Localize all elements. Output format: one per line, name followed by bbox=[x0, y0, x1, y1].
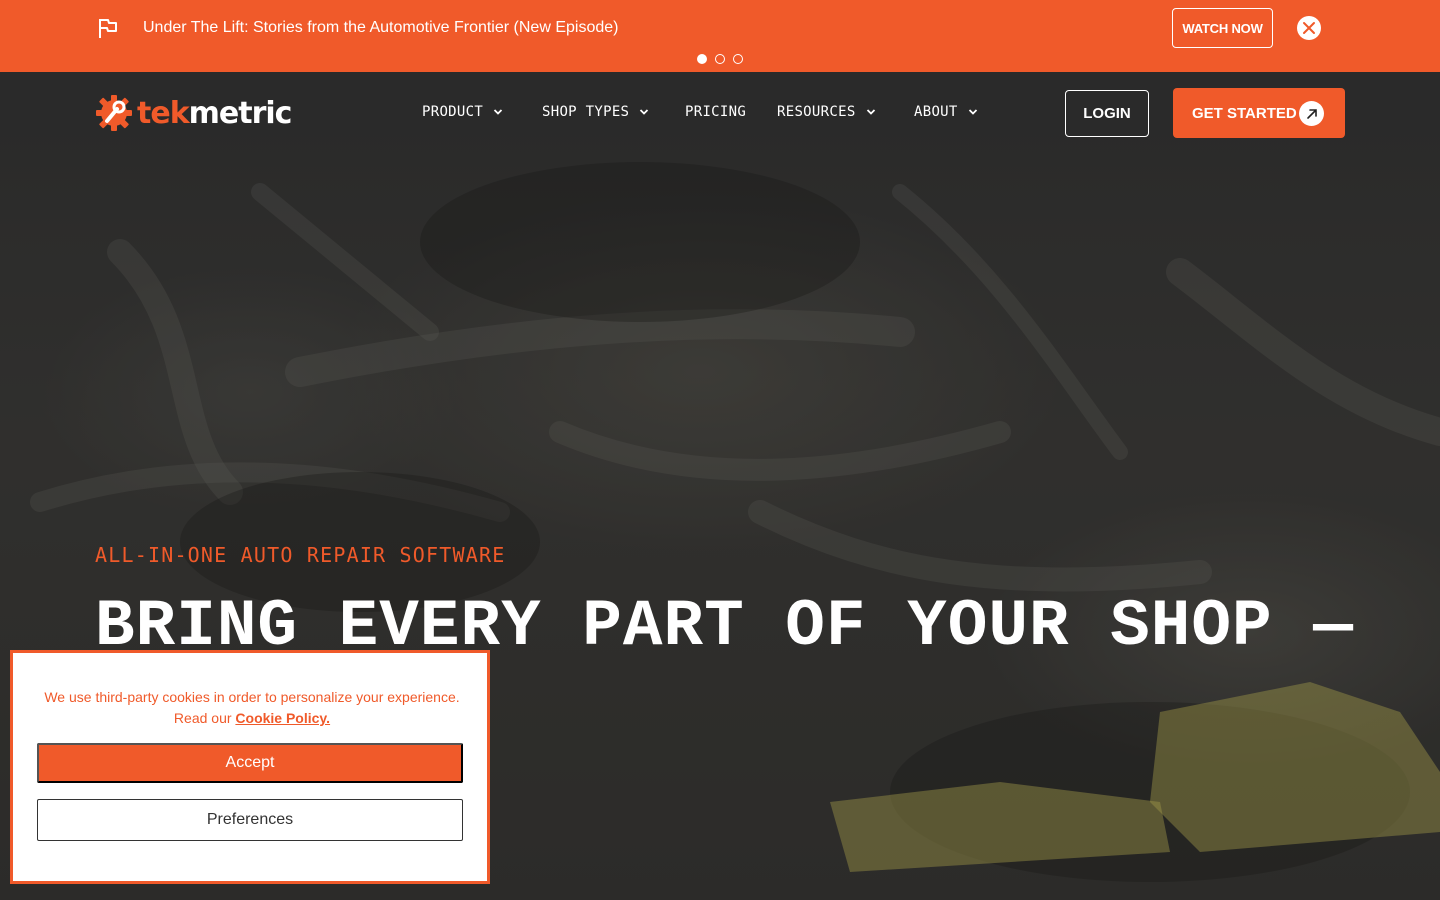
nav-item-label: PRICING bbox=[685, 104, 747, 120]
arrow-up-right-icon bbox=[1299, 101, 1324, 126]
logo-text-metric: metric bbox=[188, 95, 293, 131]
nav-item-shop-types[interactable]: SHOP TYPES bbox=[542, 104, 649, 120]
announcement-message: Under The Lift: Stories from the Automot… bbox=[143, 19, 619, 36]
watch-now-button[interactable]: WATCH NOW bbox=[1172, 8, 1273, 48]
cookie-text-line1: We use third-party cookies in order to p… bbox=[44, 689, 460, 705]
carousel-dots bbox=[697, 54, 743, 64]
flag-icon bbox=[99, 19, 117, 38]
nav-item-label: SHOP TYPES bbox=[542, 104, 630, 120]
logo[interactable]: tekmetric bbox=[95, 94, 293, 132]
logo-wordmark: tekmetric bbox=[137, 95, 293, 131]
accept-cookies-button[interactable]: Accept bbox=[37, 743, 463, 783]
chevron-down-icon bbox=[866, 109, 875, 115]
carousel-dot-2[interactable] bbox=[715, 54, 725, 64]
get-started-label: GET STARTED bbox=[1192, 104, 1297, 122]
announcement-bar: Under The Lift: Stories from the Automot… bbox=[0, 0, 1440, 72]
nav-item-about[interactable]: ABOUT bbox=[914, 104, 978, 120]
cookie-policy-link[interactable]: Cookie Policy. bbox=[235, 710, 330, 726]
chevron-down-icon bbox=[493, 109, 503, 115]
login-button[interactable]: LOGIN bbox=[1065, 90, 1149, 137]
nav-item-label: ABOUT bbox=[914, 104, 958, 120]
carousel-dot-3[interactable] bbox=[733, 54, 743, 64]
chevron-down-icon bbox=[640, 109, 649, 115]
gear-wrench-icon bbox=[96, 95, 132, 131]
nav-item-label: RESOURCES bbox=[777, 104, 856, 120]
logo-text-tek: tek bbox=[137, 95, 190, 131]
get-started-button[interactable]: GET STARTED bbox=[1173, 88, 1345, 138]
carousel-dot-1[interactable] bbox=[697, 54, 707, 64]
close-announcement-button[interactable] bbox=[1297, 16, 1321, 40]
cookie-banner: We use third-party cookies in order to p… bbox=[10, 650, 490, 884]
cookie-text: We use third-party cookies in order to p… bbox=[37, 687, 467, 729]
nav-item-product[interactable]: PRODUCT bbox=[422, 104, 503, 120]
nav-item-label: PRODUCT bbox=[422, 104, 484, 120]
nav-item-pricing[interactable]: PRICING bbox=[685, 104, 746, 120]
close-icon bbox=[1303, 22, 1315, 34]
cookie-text-line2: Read our bbox=[173, 710, 236, 726]
hero-eyebrow: ALL-IN-ONE AUTO REPAIR SOFTWARE bbox=[95, 543, 506, 567]
chevron-down-icon bbox=[968, 109, 977, 115]
nav-item-resources[interactable]: RESOURCES bbox=[777, 104, 876, 120]
cookie-preferences-button[interactable]: Preferences bbox=[37, 799, 463, 841]
